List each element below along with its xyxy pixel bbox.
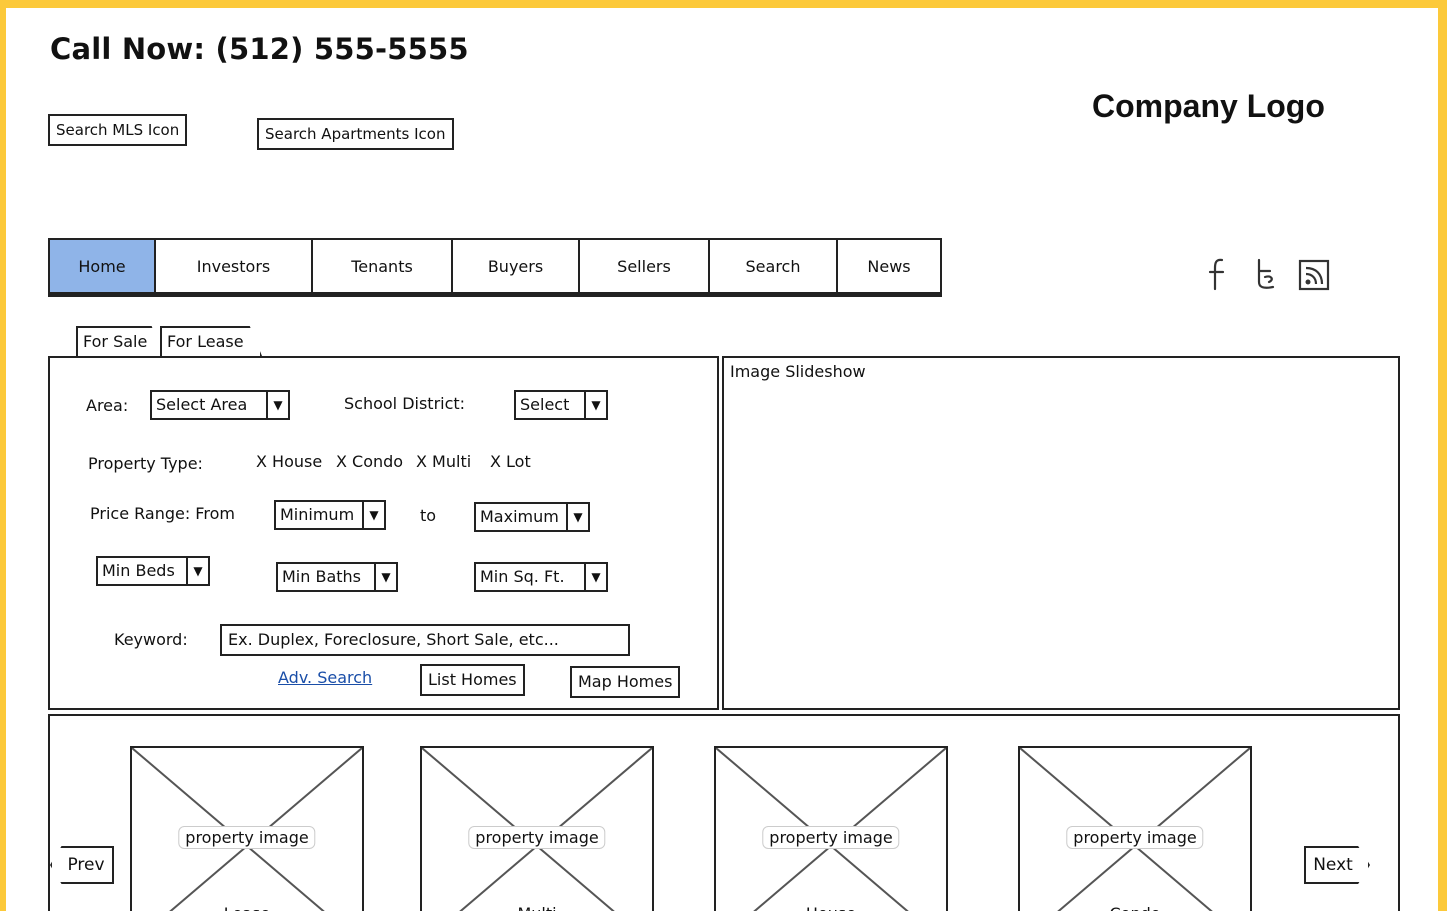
property-image-caption: property image [178, 826, 316, 849]
property-card[interactable]: property image Lease [130, 746, 364, 911]
adv-search-link[interactable]: Adv. Search [278, 668, 372, 687]
keyword-input[interactable]: Ex. Duplex, Foreclosure, Short Sale, etc… [220, 624, 630, 656]
checkbox-house[interactable]: X House [256, 452, 322, 471]
page-canvas: Call Now: (512) 555-5555 Company Logo Se… [6, 8, 1438, 911]
nav-item-investors[interactable]: Investors [156, 238, 313, 294]
tab-for-lease[interactable]: For Lease [160, 326, 262, 356]
school-district-value: Select [520, 395, 570, 414]
chevron-down-icon: ▼ [584, 392, 606, 418]
facebook-icon[interactable] [1206, 256, 1228, 300]
slideshow-label: Image Slideshow [730, 362, 866, 381]
list-homes-button[interactable]: List Homes [420, 664, 525, 696]
area-select[interactable]: Select Area ▼ [150, 390, 290, 420]
price-max-select[interactable]: Maximum ▼ [474, 502, 590, 532]
property-card[interactable]: property image Multi [420, 746, 654, 911]
checkbox-condo[interactable]: X Condo [336, 452, 403, 471]
chevron-down-icon: ▼ [584, 564, 606, 590]
property-card[interactable]: property image House [714, 746, 948, 911]
twitter-icon[interactable] [1252, 256, 1278, 300]
map-homes-button[interactable]: Map Homes [570, 666, 681, 698]
property-carousel: Prev property image Lease property image… [48, 714, 1400, 911]
property-type-label: Property Type: [88, 454, 203, 473]
min-beds-value: Min Beds [102, 561, 175, 580]
property-card[interactable]: property image Condo [1018, 746, 1252, 911]
min-sqft-select[interactable]: Min Sq. Ft. ▼ [474, 562, 608, 592]
chevron-down-icon: ▼ [566, 504, 588, 530]
chevron-down-icon: ▼ [362, 502, 384, 528]
search-panel: Area: Select Area ▼ School District: Sel… [48, 356, 719, 710]
chevron-down-icon: ▼ [266, 392, 288, 418]
property-type-text: House [806, 904, 856, 911]
school-district-select[interactable]: Select ▼ [514, 390, 608, 420]
search-mls-icon[interactable]: Search MLS Icon [48, 114, 188, 146]
min-baths-value: Min Baths [282, 567, 362, 586]
nav-item-search[interactable]: Search [710, 238, 838, 294]
price-min-value: Minimum [280, 505, 355, 524]
checkbox-multi[interactable]: X Multi [416, 452, 471, 471]
rss-icon[interactable] [1298, 256, 1332, 300]
school-district-label: School District: [344, 394, 466, 413]
image-slideshow[interactable]: Image Slideshow [722, 356, 1400, 710]
nav-item-tenants[interactable]: Tenants [313, 238, 453, 294]
property-image-caption: property image [1066, 826, 1204, 849]
company-logo: Company Logo [1092, 88, 1325, 124]
nav-item-sellers[interactable]: Sellers [580, 238, 710, 294]
property-image-caption: property image [468, 826, 606, 849]
chevron-down-icon: ▼ [186, 558, 208, 584]
next-button[interactable]: Next [1304, 846, 1370, 884]
property-type-text: Multi [517, 904, 556, 911]
prev-button[interactable]: Prev [50, 846, 114, 884]
property-image-caption: property image [762, 826, 900, 849]
call-now-text: Call Now: (512) 555-5555 [50, 32, 469, 66]
min-baths-select[interactable]: Min Baths ▼ [276, 562, 398, 592]
area-label: Area: [86, 396, 129, 415]
keyword-label: Keyword: [114, 630, 188, 649]
nav-item-buyers[interactable]: Buyers [453, 238, 580, 294]
tab-for-sale[interactable]: For Sale [76, 326, 162, 356]
nav-item-news[interactable]: News [838, 238, 942, 294]
chevron-down-icon: ▼ [374, 564, 396, 590]
price-max-value: Maximum [480, 507, 559, 526]
min-sqft-value: Min Sq. Ft. [480, 567, 565, 586]
min-beds-select[interactable]: Min Beds ▼ [96, 556, 210, 586]
main-nav: Home Investors Tenants Buyers Sellers Se… [48, 238, 942, 294]
price-min-select[interactable]: Minimum ▼ [274, 500, 386, 530]
area-select-value: Select Area [156, 395, 248, 414]
search-apartments-icon[interactable]: Search Apartments Icon [257, 118, 454, 150]
property-type-text: Condo [1109, 904, 1160, 911]
checkbox-lot[interactable]: X Lot [490, 452, 531, 471]
price-to-label: to [420, 506, 437, 525]
nav-item-home[interactable]: Home [48, 238, 156, 294]
price-range-label: Price Range: From [90, 504, 235, 523]
property-type-text: Lease [224, 904, 270, 911]
